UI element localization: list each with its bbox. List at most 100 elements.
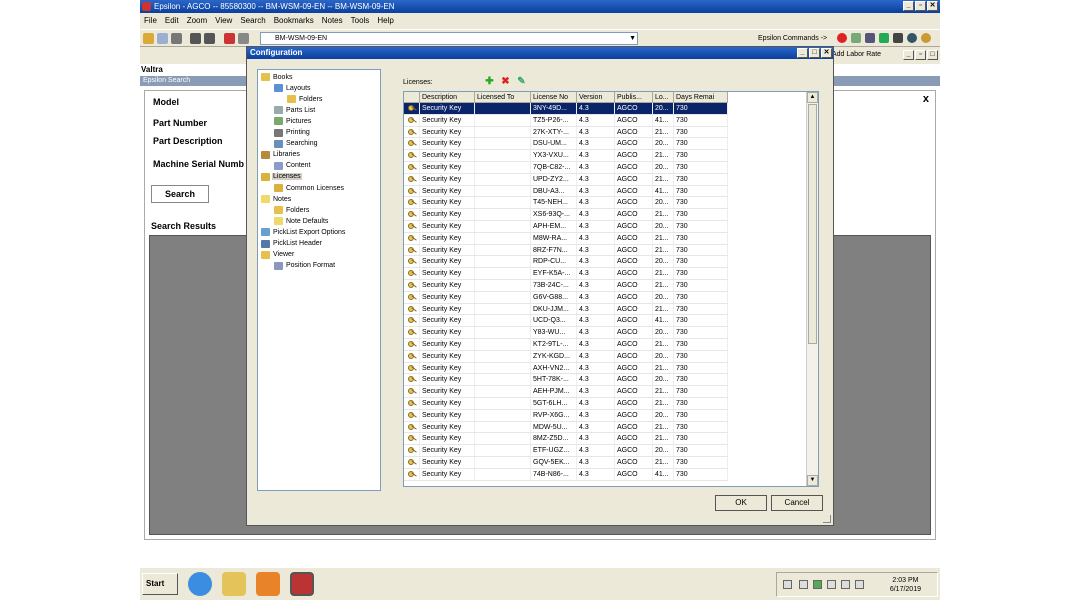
tree-item[interactable]: Printing bbox=[274, 128, 311, 137]
print-icon[interactable] bbox=[171, 33, 182, 44]
tree-item[interactable]: Books bbox=[261, 73, 293, 81]
tree-item[interactable]: Libraries bbox=[261, 150, 301, 159]
table-row[interactable]: Security Key 5GT-6LH... 4.3 AGCO 21... 730 bbox=[404, 398, 728, 410]
table-row[interactable]: Security Key DSU-UM... 4.3 AGCO 20... 730 bbox=[404, 138, 728, 151]
tree-item[interactable]: Notes bbox=[261, 195, 292, 204]
table-row[interactable]: Security Key RVP-X6G... 4.3 AGCO 20... 730 bbox=[404, 409, 728, 422]
info-icon[interactable] bbox=[907, 33, 917, 43]
user-icon[interactable] bbox=[921, 33, 931, 43]
tree-item[interactable]: Folders bbox=[287, 95, 323, 104]
resize-grip-icon[interactable] bbox=[823, 515, 831, 523]
table-row[interactable]: Security Key RDP-CU... 4.3 AGCO 20... 730 bbox=[404, 256, 728, 269]
org-icon[interactable] bbox=[865, 33, 875, 43]
table-row[interactable]: Security Key 27K-XTY-... 4.3 AGCO 21... 730 bbox=[404, 126, 728, 139]
tool-icon[interactable] bbox=[851, 33, 861, 43]
column-header[interactable] bbox=[404, 92, 420, 102]
column-header[interactable]: Licensed To bbox=[475, 92, 531, 102]
tree-item[interactable]: PickList Export Options bbox=[261, 228, 346, 237]
add-labor-rate-label[interactable]: Add Labor Rate bbox=[832, 51, 881, 58]
back-icon[interactable] bbox=[190, 33, 201, 44]
cancel-button[interactable]: Cancel bbox=[771, 495, 823, 511]
network-icon[interactable] bbox=[827, 580, 836, 589]
table-row[interactable]: Security Key 7QB-C82-... 4.3 AGCO 20... 730 bbox=[404, 162, 728, 174]
tree-item[interactable]: Note Defaults bbox=[274, 217, 329, 226]
table-row[interactable]: Security Key ZYK-KGD... 4.3 AGCO 20... 730 bbox=[404, 350, 728, 363]
inner-maximize-button[interactable]: □ bbox=[927, 50, 938, 60]
volume-icon[interactable] bbox=[855, 580, 864, 589]
forward-icon[interactable] bbox=[204, 33, 215, 44]
keyboard-icon[interactable] bbox=[783, 580, 792, 589]
display-icon[interactable] bbox=[841, 580, 850, 589]
page-icon[interactable] bbox=[238, 33, 249, 44]
tree-item[interactable]: Viewer bbox=[261, 250, 295, 259]
scroll-down-icon[interactable]: ▼ bbox=[807, 475, 818, 486]
menu-view[interactable]: View bbox=[215, 14, 232, 28]
table-row[interactable]: Security Key KT2-9TL-... 4.3 AGCO 21... 730 bbox=[404, 339, 728, 351]
tree-item[interactable]: Licenses bbox=[261, 172, 302, 181]
tree-item[interactable]: Folders bbox=[274, 206, 310, 215]
table-row[interactable]: Security Key ETF-UGZ... 4.3 AGCO 20... 730 bbox=[404, 445, 728, 457]
menu-search[interactable]: Search bbox=[240, 14, 265, 28]
bookmark-icon[interactable] bbox=[224, 33, 235, 44]
document-select[interactable]: BM-WSM-09-EN ▼ bbox=[260, 32, 638, 45]
table-row[interactable]: Security Key DBU-A3... 4.3 AGCO 41... 730 bbox=[404, 185, 728, 198]
table-row[interactable]: Security Key XS6-93Q-... 4.3 AGCO 21... 730 bbox=[404, 209, 728, 221]
dialog-close-button[interactable]: ✕ bbox=[821, 48, 832, 58]
table-row[interactable]: Security Key 8MZ-Z5D... 4.3 AGCO 21... 730 bbox=[404, 433, 728, 446]
table-row[interactable]: Security Key 3NY-49D... 4.3 AGCO 20... 730 bbox=[404, 103, 728, 115]
scroll-up-icon[interactable]: ▲ bbox=[807, 92, 818, 103]
warning-icon[interactable] bbox=[837, 33, 847, 43]
security-icon[interactable] bbox=[813, 580, 822, 589]
save-icon[interactable] bbox=[157, 33, 168, 44]
tree-item[interactable]: Parts List bbox=[274, 106, 316, 115]
menu-notes[interactable]: Notes bbox=[322, 14, 343, 28]
add-license-icon[interactable]: ✚ bbox=[485, 77, 494, 87]
table-row[interactable]: Security Key 8RZ-F7N... 4.3 AGCO 21... 730 bbox=[404, 244, 728, 257]
tree-item[interactable]: Layouts bbox=[274, 84, 312, 93]
column-header[interactable]: Description bbox=[420, 92, 475, 102]
search-button[interactable]: Search bbox=[151, 185, 209, 203]
tree-item[interactable]: Content bbox=[274, 161, 312, 170]
table-row[interactable]: Security Key 5HT-78K-... 4.3 AGCO 20... 730 bbox=[404, 374, 728, 387]
table-row[interactable]: Security Key Y83-WU... 4.3 AGCO 20... 730 bbox=[404, 327, 728, 339]
table-row[interactable]: Security Key UCD-Q3... 4.3 AGCO 41... 730 bbox=[404, 315, 728, 328]
table-row[interactable]: Security Key TZ5-P26-... 4.3 AGCO 41... 730 bbox=[404, 114, 728, 127]
menu-file[interactable]: File bbox=[144, 14, 157, 28]
table-row[interactable]: Security Key UPD-ZY2... 4.3 AGCO 21... 730 bbox=[404, 173, 728, 186]
chevron-down-icon[interactable]: ▼ bbox=[629, 33, 636, 44]
menu-help[interactable]: Help bbox=[377, 14, 393, 28]
table-row[interactable]: Security Key GQV-5EK... 4.3 AGCO 21... 730 bbox=[404, 457, 728, 469]
internet-explorer-icon[interactable] bbox=[188, 572, 212, 596]
tree-item[interactable]: Searching bbox=[274, 139, 319, 148]
table-row[interactable]: Security Key G6V-G88... 4.3 AGCO 20... 730 bbox=[404, 291, 728, 304]
scroll-thumb[interactable] bbox=[808, 104, 817, 344]
table-row[interactable]: Security Key MDW-5U... 4.3 AGCO 21... 730 bbox=[404, 421, 728, 434]
table-row[interactable]: Security Key AXH-VN2... 4.3 AGCO 21... 730 bbox=[404, 362, 728, 375]
table-row[interactable]: Security Key EYF-K5A-... 4.3 AGCO 21... 730 bbox=[404, 268, 728, 280]
open-icon[interactable] bbox=[143, 33, 154, 44]
column-header[interactable]: Days Remai bbox=[674, 92, 728, 102]
column-header[interactable]: License No bbox=[531, 92, 577, 102]
table-row[interactable]: Security Key 73B-24C-... 4.3 AGCO 21... 730 bbox=[404, 280, 728, 292]
table-row[interactable]: Security Key M8W-RA... 4.3 AGCO 21... 730 bbox=[404, 232, 728, 245]
table-row[interactable]: Security Key DKU-JJM... 4.3 AGCO 21... 730 bbox=[404, 303, 728, 316]
inner-restore-button[interactable]: ▫ bbox=[915, 50, 926, 60]
table-row[interactable]: Security Key AEH-PJM... 4.3 AGCO 21... 730 bbox=[404, 386, 728, 398]
tree-item[interactable]: PickList Header bbox=[261, 239, 323, 248]
table-row[interactable]: Security Key APH-EM... 4.3 AGCO 20... 730 bbox=[404, 221, 728, 233]
file-explorer-icon[interactable] bbox=[222, 572, 246, 596]
dialog-minimize-button[interactable]: _ bbox=[797, 48, 808, 58]
inner-minimize-button[interactable]: _ bbox=[903, 50, 914, 60]
close-icon[interactable]: x bbox=[923, 93, 929, 105]
menu-zoom[interactable]: Zoom bbox=[187, 14, 207, 28]
table-row[interactable]: Security Key T45-NEH... 4.3 AGCO 20... 730 bbox=[404, 197, 728, 210]
dollar-icon[interactable] bbox=[879, 33, 889, 43]
ok-button[interactable]: OK bbox=[715, 495, 767, 511]
tree-item[interactable]: Position Format bbox=[274, 261, 336, 270]
table-row[interactable]: Security Key YX3-VXU... 4.3 AGCO 21... 730 bbox=[404, 150, 728, 162]
export-icon[interactable] bbox=[893, 33, 903, 43]
flag-icon[interactable] bbox=[799, 580, 808, 589]
tree-item[interactable]: Pictures bbox=[274, 117, 312, 126]
dialog-maximize-button[interactable]: □ bbox=[809, 48, 820, 58]
menu-bookmarks[interactable]: Bookmarks bbox=[274, 14, 314, 28]
